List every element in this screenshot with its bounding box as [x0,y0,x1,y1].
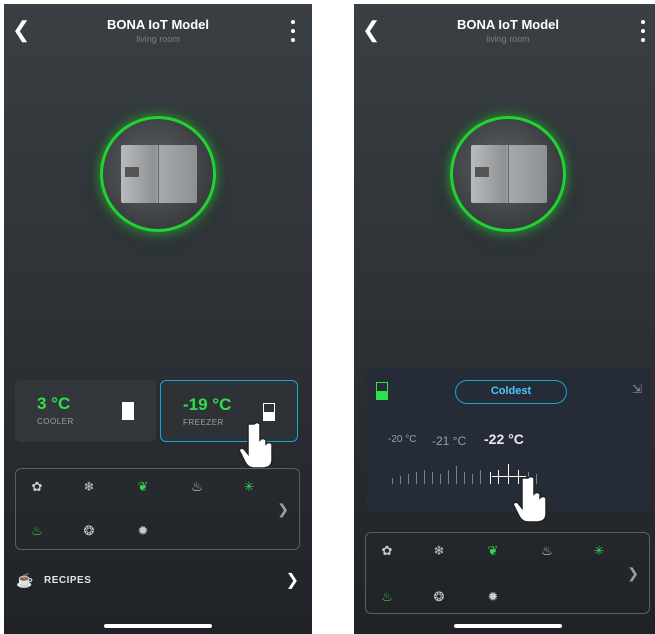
page-subtitle: living room [136,34,180,44]
steam-icon[interactable]: ♨ [26,523,48,541]
cooler-card[interactable]: 3 °C COOLER [15,380,156,442]
screen-main: ❮ BONA IoT Model living room 3 °C COOLER… [4,4,312,634]
cooler-temp: 3 °C [37,394,71,413]
recipes-row[interactable]: ☕ RECIPES ❯ [14,572,299,592]
chef-hat-icon: ☕ [16,572,34,588]
lock-drop-icon[interactable]: ♨ [186,479,208,497]
fan-icon[interactable]: ✿ [26,479,48,497]
temp-selected[interactable]: -22 °C [484,431,524,447]
freezer-label: FREEZER [183,418,224,427]
home-indicator[interactable] [454,624,562,628]
fridge-image [121,145,197,203]
bubbles-icon[interactable]: ❂ [78,523,100,541]
more-menu-icon[interactable] [638,20,648,42]
collapse-icon[interactable]: ⇲ [632,382,642,396]
more-menu-icon[interactable] [288,20,298,42]
swipe-hand-icon [512,475,547,523]
page-subtitle: living room [486,34,530,44]
screen-freezer-settings: ❮ BONA IoT Model living room Coldest ⇲ -… [354,4,655,634]
function-next-chevron-icon[interactable]: ❯ [627,565,639,582]
steam-icon[interactable]: ♨ [376,589,398,607]
filter-icon[interactable]: ✹ [482,589,504,607]
eco-icon[interactable]: ❦ [482,543,504,561]
snowflake-icon[interactable]: ❄ [78,479,100,497]
function-panel: ✿ ❄ ❦ ♨ ✳ ❯ ♨ ❂ ✹ [15,468,300,550]
sparkle-icon[interactable]: ✳ [238,479,260,497]
fridge-image [471,145,547,203]
eco-icon[interactable]: ❦ [132,479,154,497]
page-title: BONA IoT Model [106,17,210,32]
function-next-chevron-icon[interactable]: ❯ [277,501,289,518]
recipes-label: RECIPES [44,575,92,586]
lock-drop-icon[interactable]: ♨ [536,543,558,561]
function-panel: ✿ ❄ ❦ ♨ ✳ ❯ ♨ ❂ ✹ [365,532,650,614]
tap-hand-icon [238,421,273,469]
bubbles-icon[interactable]: ❂ [428,589,450,607]
mode-button[interactable]: Coldest [455,380,567,404]
page-title: BONA IoT Model [456,17,560,32]
fridge-status-ring[interactable] [450,116,566,232]
home-indicator[interactable] [104,624,212,628]
temp-option[interactable]: -21 °C [432,434,466,448]
sparkle-icon[interactable]: ✳ [588,543,610,561]
freezer-compartment-icon [263,403,275,421]
freezer-temp: -19 °C [183,395,232,414]
fan-icon[interactable]: ✿ [376,543,398,561]
fridge-status-ring[interactable] [100,116,216,232]
freezer-compartment-icon[interactable] [376,382,388,400]
cooler-compartment-icon [122,402,134,420]
filter-icon[interactable]: ✹ [132,523,154,541]
freezer-settings-panel: Coldest ⇲ -20 °C -21 °C -22 °C [366,368,650,523]
temp-option[interactable]: -20 °C [388,434,416,445]
snowflake-icon[interactable]: ❄ [428,543,450,561]
recipes-chevron-icon: ❯ [285,572,299,589]
cooler-label: COOLER [37,417,74,426]
